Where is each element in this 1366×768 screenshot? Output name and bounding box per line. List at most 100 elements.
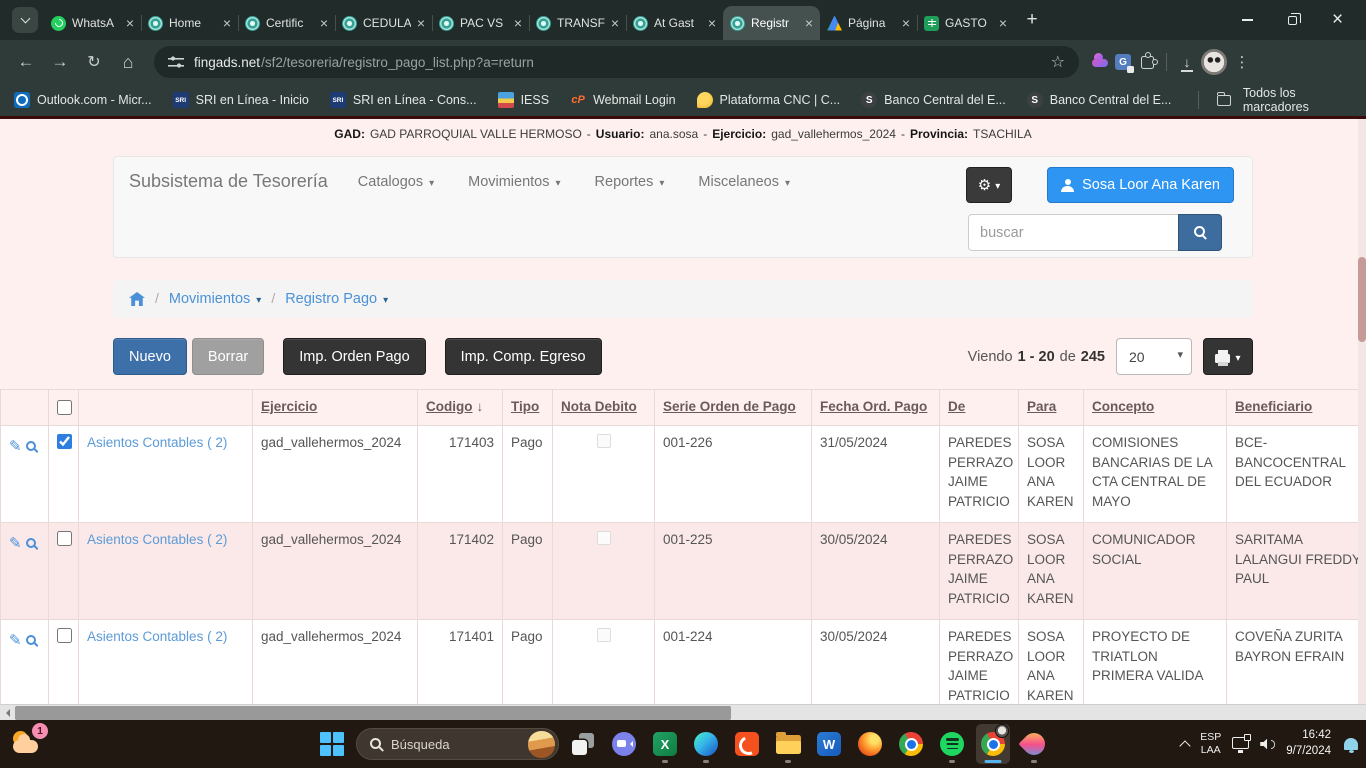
- menu-catalogos[interactable]: Catalogos: [358, 174, 434, 190]
- chrome-button[interactable]: [894, 724, 928, 764]
- menu-miscelaneos[interactable]: Miscelaneos: [698, 174, 790, 190]
- page-size-select[interactable]: 20: [1116, 338, 1192, 375]
- browser-home-button[interactable]: [114, 48, 142, 76]
- header-concepto[interactable]: Concepto: [1084, 390, 1227, 426]
- browser-tab[interactable]: Página: [820, 6, 917, 40]
- address-bar[interactable]: fingads.net /sf2/tesoreria/registro_pago…: [154, 46, 1079, 78]
- scroll-left-button[interactable]: [0, 705, 15, 721]
- header-para[interactable]: Para: [1019, 390, 1084, 426]
- language-indicator[interactable]: ESP LAA: [1200, 731, 1221, 757]
- display-icon[interactable]: [1232, 737, 1249, 749]
- chrome-profile-button-active[interactable]: [976, 724, 1010, 764]
- header-de[interactable]: De: [940, 390, 1019, 426]
- view-icon[interactable]: [26, 441, 38, 453]
- bookmark-item[interactable]: IESS: [498, 92, 550, 108]
- bookmark-item[interactable]: SRI en Línea - Inicio: [173, 92, 309, 108]
- reload-button[interactable]: [80, 48, 108, 76]
- word-button[interactable]: [812, 724, 846, 764]
- browser-tab[interactable]: At Gast: [626, 6, 723, 40]
- row-checkbox[interactable]: [57, 531, 72, 546]
- extensions-puzzle-icon[interactable]: [1141, 56, 1154, 69]
- color-drop-app-button[interactable]: [1017, 724, 1051, 764]
- edit-icon[interactable]: [9, 533, 22, 555]
- asientos-contables-link[interactable]: Asientos Contables ( 2): [79, 620, 253, 705]
- browser-tab[interactable]: Home: [141, 6, 238, 40]
- print-payment-order-button[interactable]: Imp. Orden Pago: [283, 338, 425, 375]
- vertical-scrollbar[interactable]: [1358, 119, 1366, 704]
- bookmark-item[interactable]: Banco Central del E...: [1027, 92, 1172, 108]
- tab-close-icon[interactable]: [223, 16, 231, 30]
- bing-daily-image[interactable]: [528, 731, 555, 758]
- bookmark-item[interactable]: Plataforma CNC | C...: [697, 92, 841, 108]
- browser-tab[interactable]: WhatsA: [44, 6, 141, 40]
- tray-expand-chevron-icon[interactable]: [1180, 740, 1191, 751]
- edit-icon[interactable]: [9, 436, 22, 458]
- select-all-checkbox[interactable]: [57, 400, 72, 415]
- weather-extension-icon[interactable]: [1091, 55, 1109, 69]
- bookmark-item[interactable]: Banco Central del E...: [861, 92, 1006, 108]
- tab-close-icon[interactable]: [611, 16, 619, 30]
- edit-icon[interactable]: [9, 630, 22, 652]
- edge-button[interactable]: [689, 724, 723, 764]
- bookmark-star-icon[interactable]: [1051, 52, 1065, 72]
- row-checkbox[interactable]: [57, 628, 72, 643]
- profile-avatar[interactable]: [1201, 49, 1227, 75]
- taskbar-weather-widget[interactable]: 1: [10, 728, 46, 760]
- restore-button[interactable]: [1270, 0, 1315, 40]
- search-button[interactable]: [1178, 214, 1222, 251]
- browser-tab[interactable]: Certific: [238, 6, 335, 40]
- print-expense-receipt-button[interactable]: Imp. Comp. Egreso: [445, 338, 602, 375]
- tab-close-icon[interactable]: [126, 16, 134, 30]
- header-fecha[interactable]: Fecha Ord. Pago: [812, 390, 940, 426]
- tab-list-chevron-button[interactable]: [12, 7, 38, 33]
- excel-button[interactable]: [648, 724, 682, 764]
- print-dropdown-button[interactable]: [1203, 338, 1253, 375]
- site-settings-icon[interactable]: [168, 54, 184, 70]
- home-icon[interactable]: [129, 292, 145, 306]
- browser-menu-icon[interactable]: [1233, 53, 1251, 71]
- tab-close-icon[interactable]: [999, 16, 1007, 30]
- header-ejercicio[interactable]: Ejercicio: [253, 390, 418, 426]
- new-button[interactable]: Nuevo: [113, 338, 187, 375]
- row-checkbox[interactable]: [57, 434, 72, 449]
- horizontal-scrollbar[interactable]: [0, 704, 1366, 720]
- asientos-contables-link[interactable]: Asientos Contables ( 2): [79, 523, 253, 620]
- translate-extension-icon[interactable]: [1115, 54, 1131, 70]
- header-serie[interactable]: Serie Orden de Pago: [655, 390, 812, 426]
- new-tab-button[interactable]: [1018, 6, 1046, 34]
- all-bookmarks[interactable]: Todos los marcadores: [1192, 86, 1352, 114]
- minimize-button[interactable]: [1225, 0, 1270, 40]
- browser-tab[interactable]: GASTO: [917, 6, 1014, 40]
- horizontal-scrollbar-thumb[interactable]: [15, 706, 731, 720]
- forward-button[interactable]: [46, 48, 74, 76]
- taskbar-search[interactable]: Búsqueda: [356, 728, 559, 760]
- spotify-button[interactable]: [935, 724, 969, 764]
- back-button[interactable]: [12, 48, 40, 76]
- search-input[interactable]: [968, 214, 1178, 251]
- tab-close-icon[interactable]: [514, 16, 522, 30]
- menu-movimientos[interactable]: Movimientos: [468, 174, 560, 190]
- bookmark-item[interactable]: SRI en Línea - Cons...: [330, 92, 477, 108]
- browser-tab[interactable]: CEDULA: [335, 6, 432, 40]
- delete-button[interactable]: Borrar: [192, 338, 264, 375]
- view-icon[interactable]: [26, 538, 38, 550]
- browser-tab-active[interactable]: Registr: [723, 6, 820, 40]
- downloads-icon[interactable]: [1179, 54, 1195, 70]
- header-codigo[interactable]: Codigo: [418, 390, 503, 426]
- tab-close-icon[interactable]: [417, 16, 425, 30]
- tab-close-icon[interactable]: [805, 16, 813, 30]
- teams-chat-button[interactable]: [607, 724, 641, 764]
- clock[interactable]: 16:42 9/7/2024: [1286, 728, 1331, 759]
- tab-close-icon[interactable]: [708, 16, 716, 30]
- bookmark-item[interactable]: Outlook.com - Micr...: [14, 92, 152, 108]
- user-button[interactable]: Sosa Loor Ana Karen: [1047, 167, 1234, 203]
- header-beneficiario[interactable]: Beneficiario: [1227, 390, 1366, 426]
- breadcrumb-registro-pago[interactable]: Registro Pago: [285, 291, 388, 307]
- volume-icon[interactable]: [1260, 739, 1275, 750]
- notifications-bell-icon[interactable]: [1344, 738, 1358, 750]
- header-nota-debito[interactable]: Nota Debito: [553, 390, 655, 426]
- task-view-button[interactable]: [566, 724, 600, 764]
- file-explorer-button[interactable]: [771, 724, 805, 764]
- start-button[interactable]: [315, 724, 349, 764]
- view-icon[interactable]: [26, 635, 38, 647]
